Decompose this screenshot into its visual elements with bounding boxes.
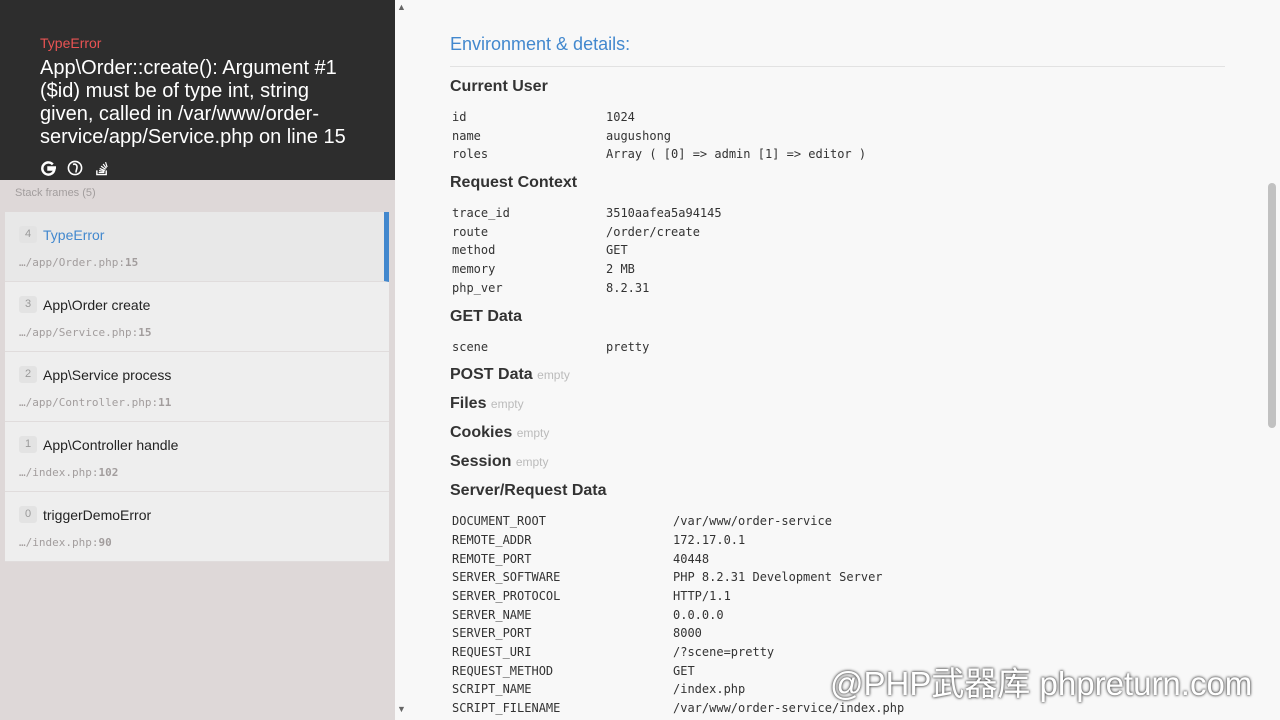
scroll-up-arrow-icon[interactable]: ▲ bbox=[397, 2, 406, 12]
section-title-cookies: Cookies empty bbox=[450, 424, 550, 442]
stack-frames-list: 4 TypeError …/app/Order.php:15 3 App\Order… bbox=[5, 212, 389, 562]
section-title-request-context: Request Context bbox=[450, 174, 578, 192]
frame-class: triggerDemoError bbox=[43, 506, 152, 523]
table-row: REMOTE_PORT 40448 bbox=[452, 551, 710, 566]
frame-index: 2 bbox=[19, 366, 37, 384]
table-row: SERVER_NAME 0.0.0.0 bbox=[452, 607, 724, 622]
table-row: name augushong bbox=[452, 128, 672, 143]
exception-type: TypeError bbox=[40, 35, 102, 51]
table-row: php_ver 8.2.31 bbox=[452, 280, 650, 295]
details-content: Environment & details: Current User id 10… bbox=[450, 34, 1225, 718]
frame-class: App\Controller handle bbox=[43, 436, 179, 453]
table-row: method GET bbox=[452, 243, 628, 258]
frame-class: App\Service process bbox=[43, 366, 172, 383]
exception-message: App\Order::create(): Argument #1 ($id) m… bbox=[40, 57, 346, 148]
stack-frame[interactable]: 2 App\Service process …/app/Controller.ph… bbox=[5, 352, 389, 422]
request-context-table: trace_id 3510aafea5a94145 route/order/cre… bbox=[450, 204, 1225, 297]
table-row: SERVER_PORT 8000 bbox=[452, 626, 702, 641]
section-title-get-data: GET Data bbox=[450, 307, 523, 325]
frame-index: 4 bbox=[19, 226, 37, 244]
table-row: route/order/create bbox=[452, 224, 700, 239]
scroll-down-arrow-icon[interactable]: ▼ bbox=[397, 704, 406, 714]
search-icons bbox=[40, 160, 110, 176]
stack-frames-header: Stack frames (5) bbox=[15, 187, 96, 199]
section-title-session: Session empty bbox=[450, 453, 549, 471]
section-title-current-user: Current User bbox=[450, 78, 548, 95]
current-user-table: id 1024 name augushong roles Array ( [0] =>… bbox=[450, 108, 1225, 164]
vertical-scrollbar[interactable] bbox=[1268, 183, 1276, 428]
table-row: REMOTE_ADDR 172.17.0.1 bbox=[452, 532, 746, 547]
get-data-table: scene pretty bbox=[450, 338, 1225, 357]
frame-index: 0 bbox=[19, 506, 37, 524]
table-row: id 1024 bbox=[452, 110, 635, 124]
frame-file: …/app/Service.php:15 bbox=[19, 326, 152, 339]
stackoverflow-icon[interactable] bbox=[94, 160, 110, 176]
table-row: DOCUMENT_ROOT/var/www/order-service bbox=[452, 514, 832, 529]
frame-index: 1 bbox=[19, 436, 37, 454]
table-row: SERVER_SOFTWARE PHP 8.2.31 Development Se… bbox=[452, 570, 883, 585]
google-icon[interactable] bbox=[40, 160, 56, 176]
watermark: @PHP武器库 phpreturn.com bbox=[830, 665, 1253, 702]
frame-file: …/index.php:90 bbox=[19, 536, 112, 549]
table-row: trace_id 3510aafea5a94145 bbox=[452, 206, 722, 221]
frame-file: …/index.php:102 bbox=[19, 466, 119, 479]
stack-frame[interactable]: 4 TypeError …/app/Order.php:15 bbox=[5, 212, 389, 282]
table-row: SERVER_PROTOCOL HTTP/1.1 bbox=[452, 588, 731, 603]
empty-label: empty bbox=[516, 426, 550, 441]
exception-header: TypeError App\Order::create(): Argument … bbox=[0, 0, 395, 180]
table-row: roles Array ( [0] => admin [1] => editor … bbox=[452, 147, 867, 162]
details-panel: ▲ ▼ Environment & details: Current User … bbox=[395, 0, 1280, 720]
empty-label: empty bbox=[537, 368, 570, 383]
frame-file: …/app/Order.php:15 bbox=[19, 256, 139, 269]
empty-label: empty bbox=[515, 455, 549, 470]
stack-frame[interactable]: 3 App\Order create …/app/Service.php:15 bbox=[5, 282, 389, 352]
environment-title: Environment & details: bbox=[450, 34, 1225, 67]
section-title-server-request-data: Server/Request Data bbox=[450, 482, 607, 500]
frame-class: TypeError bbox=[43, 226, 105, 243]
table-row: scene pretty bbox=[452, 339, 650, 354]
stack-frame[interactable]: 1 App\Controller handle …/index.php:102 bbox=[5, 422, 389, 492]
empty-label: empty bbox=[490, 397, 524, 412]
stack-frame[interactable]: 0 triggerDemoError …/index.php:90 bbox=[5, 492, 389, 562]
frame-index: 3 bbox=[19, 296, 37, 314]
table-row: memory 2 MB bbox=[452, 262, 635, 277]
left-panel: TypeError App\Order::create(): Argument … bbox=[0, 0, 395, 720]
section-title-files: Files empty bbox=[450, 395, 524, 413]
frame-file: …/app/Controller.php:11 bbox=[19, 396, 172, 409]
duckduckgo-icon[interactable] bbox=[67, 160, 83, 176]
frame-class: App\Order create bbox=[43, 296, 151, 313]
section-title-post-data: POST Data empty bbox=[450, 366, 570, 384]
